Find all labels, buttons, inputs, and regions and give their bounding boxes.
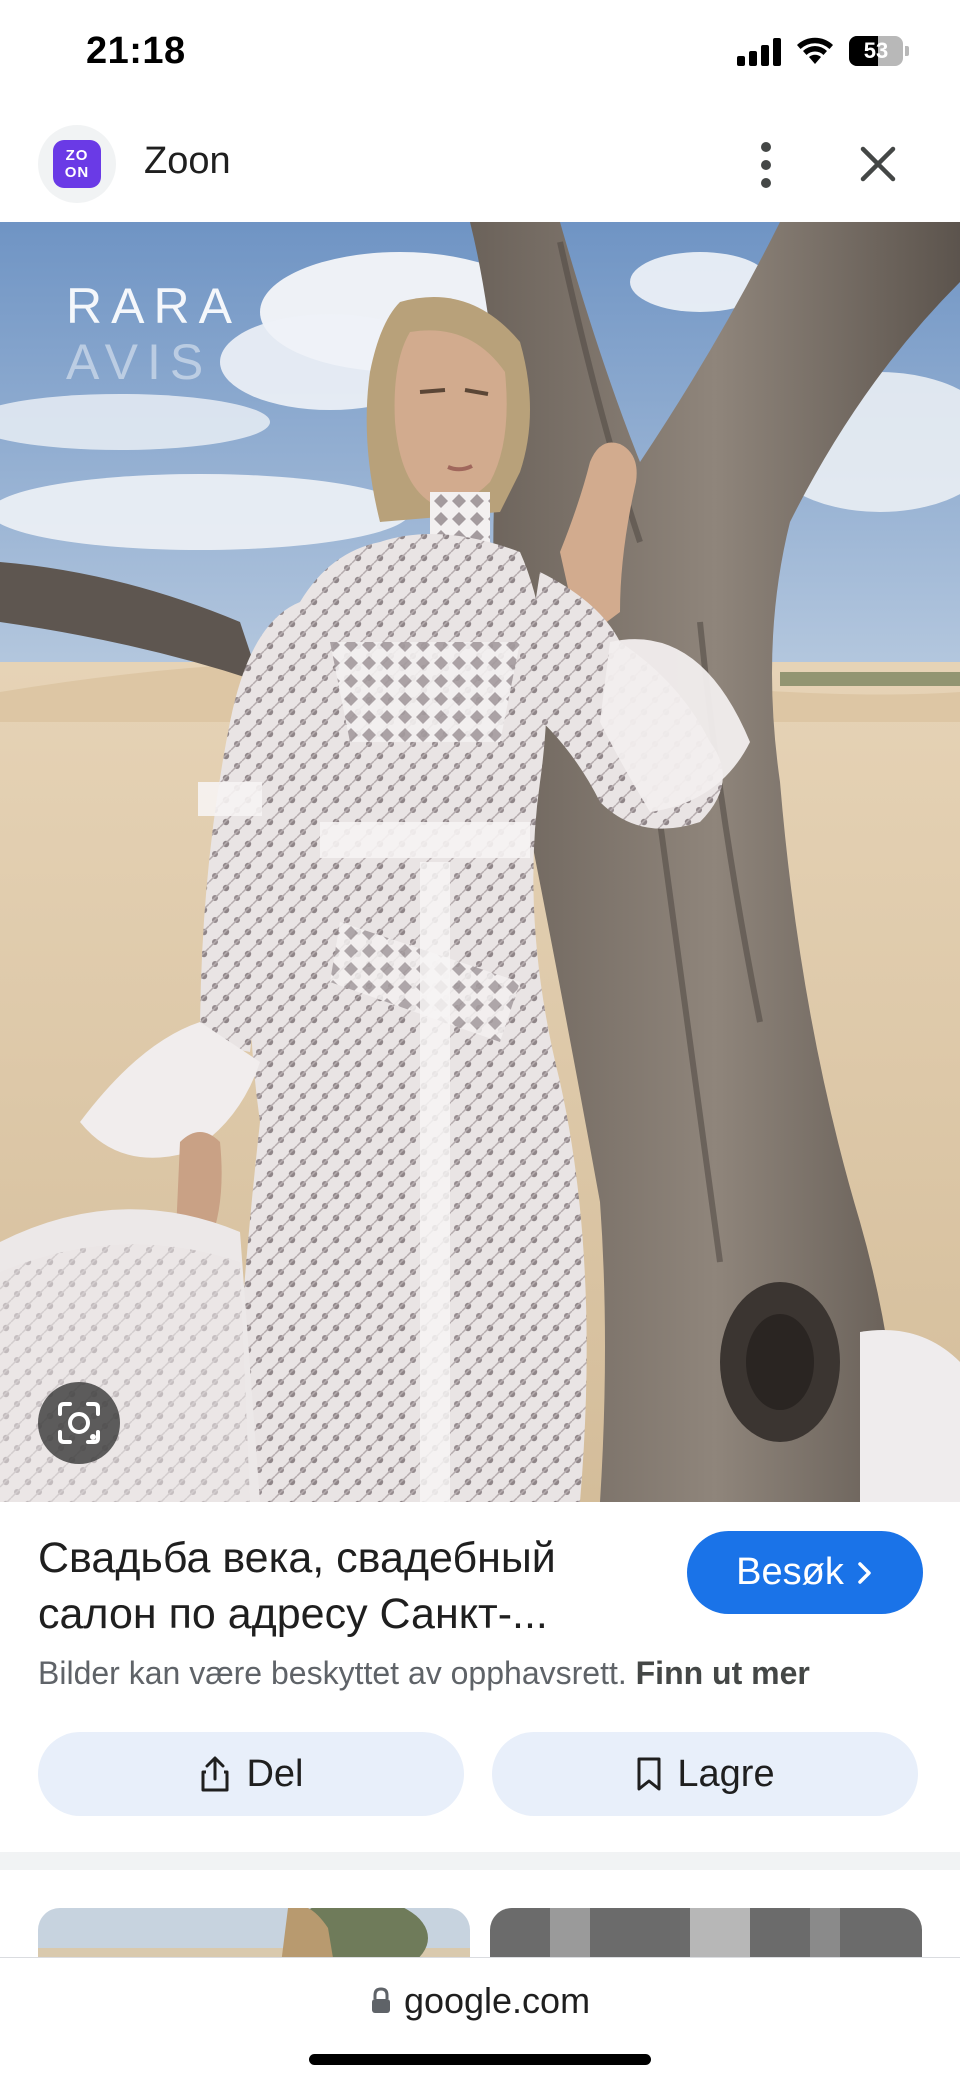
learn-more-link[interactable]: Finn ut mer: [636, 1655, 810, 1691]
zoon-logo-icon: ZO ON: [53, 140, 101, 188]
google-lens-icon: [58, 1402, 100, 1444]
brand-watermark-line1: RARA: [66, 278, 241, 334]
save-label: Lagre: [677, 1752, 775, 1795]
bookmark-icon: [637, 1757, 661, 1791]
site-logo[interactable]: ZO ON: [38, 125, 116, 203]
signal-icon: [737, 38, 783, 66]
save-button[interactable]: Lagre: [492, 1732, 918, 1816]
status-bar: 21:18 53: [0, 0, 960, 108]
google-lens-button[interactable]: [38, 1382, 120, 1464]
share-label: Del: [246, 1752, 304, 1795]
battery-icon: 53: [849, 36, 909, 66]
copyright-text: Bilder kan være beskyttet av opphavsrett…: [38, 1655, 627, 1691]
brand-watermark: RARA AVIS: [66, 278, 241, 390]
bottom-url-bar: google.com: [0, 1957, 960, 2078]
battery-level: 53: [863, 38, 889, 63]
status-time: 21:18: [86, 30, 186, 72]
brand-watermark-line2: AVIS: [66, 334, 213, 390]
visit-label: Besøk: [736, 1551, 844, 1593]
url-display[interactable]: google.com: [0, 1980, 960, 2022]
close-icon[interactable]: [846, 132, 910, 196]
wedding-dress-photo: [0, 222, 960, 1502]
result-title[interactable]: Свадьба века, свадебный салон по адресу …: [38, 1530, 658, 1642]
visit-button[interactable]: Besøk: [687, 1531, 923, 1614]
url-text: google.com: [403, 1980, 591, 2021]
lock-icon: [371, 1987, 390, 2013]
share-icon: [201, 1756, 229, 1792]
copyright-notice: Bilder kan være beskyttet av opphavsrett…: [38, 1655, 810, 1692]
result-image[interactable]: RARA AVIS: [0, 222, 960, 1502]
wifi-icon: [797, 37, 833, 64]
chevron-right-icon: [858, 1561, 871, 1584]
home-indicator[interactable]: [309, 2054, 651, 2065]
site-name[interactable]: Zoon: [144, 140, 231, 183]
share-button[interactable]: Del: [38, 1732, 464, 1816]
more-options-button[interactable]: [740, 130, 792, 200]
site-header: ZO ON Zoon: [0, 108, 960, 222]
section-divider: [0, 1852, 960, 1870]
more-vertical-icon: [761, 142, 771, 152]
